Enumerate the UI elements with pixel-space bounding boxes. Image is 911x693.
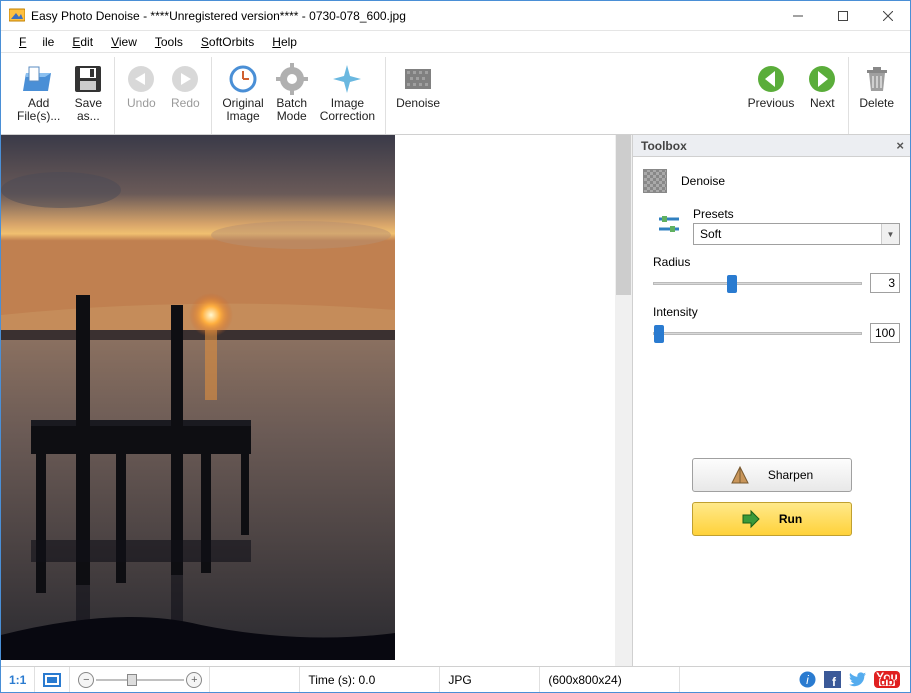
chevron-down-icon[interactable]: ▼	[881, 224, 899, 244]
menu-view[interactable]: View	[103, 33, 145, 51]
intensity-slider-handle[interactable]	[654, 325, 664, 343]
info-icon[interactable]: i	[799, 671, 816, 688]
menu-file[interactable]: File	[11, 33, 62, 51]
app-icon	[9, 8, 25, 24]
run-icon	[741, 509, 761, 529]
undo-button[interactable]: Undo	[119, 57, 163, 114]
previous-icon	[755, 63, 787, 95]
svg-text:i: i	[806, 673, 809, 687]
undo-icon	[125, 63, 157, 95]
denoise-icon	[402, 63, 434, 95]
social-links: i f YouTube	[799, 671, 910, 688]
denoise-chip-icon	[643, 169, 667, 193]
vertical-scrollbar[interactable]	[615, 135, 632, 666]
image-canvas[interactable]	[1, 135, 632, 666]
minimize-icon	[793, 11, 803, 21]
menu-softorbits[interactable]: SoftOrbits	[193, 33, 262, 51]
radius-label: Radius	[653, 255, 900, 269]
main-toolbar: Add File(s)... Save as... Undo Redo Orig…	[1, 53, 910, 135]
presets-value: Soft	[694, 227, 881, 241]
trash-icon	[861, 63, 893, 95]
original-image-button[interactable]: Original Image	[216, 57, 269, 127]
zoom-fit-button[interactable]	[35, 667, 70, 692]
scrollbar-thumb[interactable]	[616, 135, 631, 295]
status-spacer	[680, 667, 799, 692]
title-bar: Easy Photo Denoise - ****Unregistered ve…	[1, 1, 910, 31]
sparkle-icon	[331, 63, 363, 95]
radius-slider-handle[interactable]	[727, 275, 737, 293]
zoom-slider-cell: − +	[70, 667, 210, 692]
status-time: Time (s): 0.0	[300, 667, 440, 692]
add-files-icon	[23, 63, 55, 95]
toolbox-panel: Toolbox × Denoise Presets	[632, 135, 910, 666]
status-cursor	[210, 667, 300, 692]
presets-icon	[657, 213, 681, 237]
save-icon	[72, 63, 104, 95]
next-button[interactable]: Next	[800, 57, 844, 114]
gear-icon	[276, 63, 308, 95]
clock-icon	[227, 63, 259, 95]
zoom-slider-handle[interactable]	[127, 674, 137, 686]
fit-icon	[43, 673, 61, 687]
radius-value[interactable]: 3	[870, 273, 900, 293]
close-button[interactable]	[865, 1, 910, 30]
window-title: Easy Photo Denoise - ****Unregistered ve…	[31, 9, 775, 23]
presets-combo[interactable]: Soft ▼	[693, 223, 900, 245]
close-icon	[883, 11, 893, 21]
photo-preview	[1, 135, 395, 660]
intensity-slider[interactable]	[653, 324, 862, 342]
twitter-icon[interactable]	[849, 671, 866, 688]
denoise-label: Denoise	[681, 174, 725, 188]
run-button[interactable]: Run	[692, 502, 852, 536]
toolbox-close-button[interactable]: ×	[896, 138, 904, 153]
facebook-icon[interactable]: f	[824, 671, 841, 688]
add-files-button[interactable]: Add File(s)...	[11, 57, 66, 127]
batch-mode-button[interactable]: Batch Mode	[270, 57, 314, 127]
denoise-button[interactable]: Denoise	[390, 57, 446, 114]
zoom-out-button[interactable]: −	[78, 672, 94, 688]
svg-text:Tube: Tube	[874, 675, 900, 689]
app-window: Easy Photo Denoise - ****Unregistered ve…	[0, 0, 911, 693]
next-icon	[806, 63, 838, 95]
sharpen-button[interactable]: Sharpen	[692, 458, 852, 492]
zoom-slider[interactable]	[96, 673, 184, 687]
redo-icon	[169, 63, 201, 95]
intensity-label: Intensity	[653, 305, 900, 319]
image-correction-button[interactable]: Image Correction	[314, 57, 381, 127]
main-area: Toolbox × Denoise Presets	[1, 135, 910, 666]
toolbox-header: Toolbox ×	[633, 135, 910, 157]
redo-button[interactable]: Redo	[163, 57, 207, 114]
zoom-1-1-button[interactable]: 1:1	[1, 667, 35, 692]
status-bar: 1:1 − + Time (s): 0.0 JPG (600x800x24) i…	[1, 666, 910, 692]
intensity-value[interactable]: 100	[870, 323, 900, 343]
maximize-icon	[838, 11, 848, 21]
youtube-icon[interactable]: YouTube	[874, 671, 900, 688]
menu-help[interactable]: Help	[264, 33, 305, 51]
save-as-button[interactable]: Save as...	[66, 57, 110, 127]
maximize-button[interactable]	[820, 1, 865, 30]
previous-button[interactable]: Previous	[742, 57, 801, 114]
menu-bar: File Edit View Tools SoftOrbits Help	[1, 31, 910, 53]
sharpen-icon	[730, 465, 750, 485]
presets-label: Presets	[693, 207, 900, 221]
minimize-button[interactable]	[775, 1, 820, 30]
status-dimensions: (600x800x24)	[540, 667, 680, 692]
menu-edit[interactable]: Edit	[64, 33, 101, 51]
menu-tools[interactable]: Tools	[147, 33, 191, 51]
delete-button[interactable]: Delete	[853, 57, 900, 114]
zoom-in-button[interactable]: +	[186, 672, 202, 688]
radius-slider[interactable]	[653, 274, 862, 292]
toolbox-title: Toolbox	[641, 139, 687, 153]
status-format: JPG	[440, 667, 540, 692]
